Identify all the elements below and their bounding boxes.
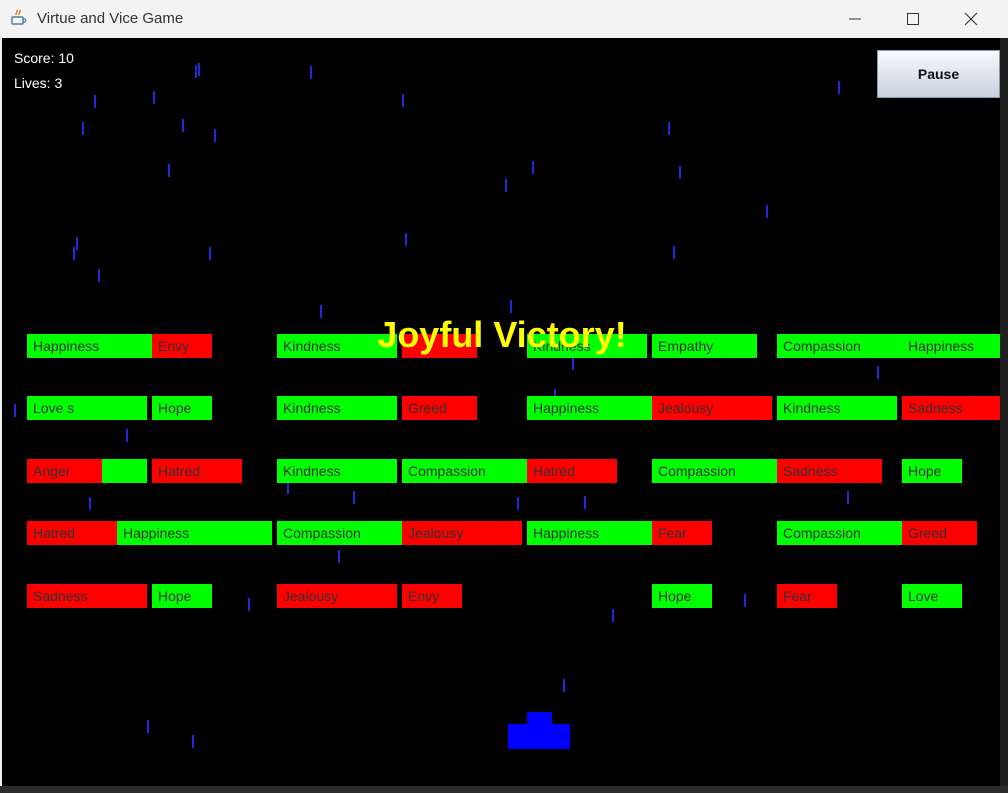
rain-drop — [94, 95, 96, 108]
vice-brick: Hatred — [527, 459, 617, 483]
rain-drop — [89, 497, 91, 510]
java-icon — [11, 9, 27, 25]
virtue-brick: Compassion — [777, 521, 902, 545]
minimize-button[interactable] — [826, 0, 884, 38]
rain-drop — [153, 91, 155, 104]
virtue-brick: Love s — [27, 396, 147, 420]
virtue-brick: Compassion — [277, 521, 402, 545]
background-window-edge — [1000, 38, 1008, 793]
rain-drop — [744, 594, 746, 607]
virtue-brick: Happiness — [527, 521, 652, 545]
rain-drop — [338, 550, 340, 563]
rain-drop — [126, 429, 128, 442]
vice-brick: Sadness — [777, 459, 882, 483]
player-cannon[interactable] — [508, 712, 570, 749]
close-icon — [964, 12, 978, 26]
game-window: Virtue and Vice Game Score: 10 Lives: 3 … — [0, 0, 1008, 793]
pause-button[interactable]: Pause — [877, 50, 1000, 98]
rain-drop — [505, 179, 507, 192]
vice-brick: Fear — [777, 584, 837, 608]
rain-drop — [532, 161, 534, 174]
maximize-icon — [907, 13, 919, 25]
maximize-button[interactable] — [884, 0, 942, 38]
lives-label: Lives: 3 — [14, 75, 63, 91]
vice-brick: Greed — [902, 521, 977, 545]
rain-drop — [192, 735, 194, 748]
vice-brick: Hatred — [152, 459, 242, 483]
rain-drop — [147, 720, 149, 733]
vice-brick: Envy — [402, 584, 462, 608]
vice-brick: Sadness — [902, 396, 1000, 420]
virtue-brick: Compassion — [652, 459, 777, 483]
virtue-brick — [102, 459, 147, 483]
rain-drop — [668, 122, 670, 135]
vice-brick: Jealousy — [402, 521, 522, 545]
virtue-brick: Hope — [902, 459, 962, 483]
taskbar-edge — [0, 786, 1008, 793]
game-canvas[interactable]: Score: 10 Lives: 3 Pause Happiness Envy Ki… — [2, 38, 1000, 786]
rain-drop — [847, 491, 849, 504]
vice-brick: Anger — [27, 459, 102, 483]
rain-drop — [353, 491, 355, 504]
minimize-icon — [849, 18, 861, 20]
score-label: Score: 10 — [14, 50, 74, 66]
virtue-brick: Love — [902, 584, 962, 608]
vice-brick: Jealousy — [652, 396, 772, 420]
virtue-brick: Happiness — [27, 334, 152, 358]
rain-drop — [195, 65, 197, 78]
rain-drop — [182, 119, 184, 132]
rain-drop — [320, 305, 322, 318]
virtue-brick: Kindness — [527, 334, 647, 358]
rain-drop — [14, 404, 16, 417]
virtue-brick: Happiness — [527, 396, 652, 420]
vice-brick: Fear — [652, 521, 712, 545]
rain-drop — [248, 598, 250, 611]
rain-drop — [310, 66, 312, 79]
vice-brick: Jealousy — [277, 584, 397, 608]
virtue-brick: Empathy — [652, 334, 757, 358]
vice-brick — [402, 334, 477, 358]
rain-drop — [98, 269, 100, 282]
vice-brick: Envy — [152, 334, 212, 358]
close-button[interactable] — [942, 0, 1000, 38]
rain-drop — [517, 497, 519, 510]
rain-drop — [572, 357, 574, 370]
virtue-brick: Kindness — [277, 396, 397, 420]
title-bar[interactable]: Virtue and Vice Game — [0, 0, 1008, 39]
rain-drop — [584, 496, 586, 509]
virtue-brick: Kindness — [777, 396, 897, 420]
virtue-brick: Hope — [152, 396, 212, 420]
rain-drop — [673, 246, 675, 259]
rain-drop — [405, 233, 407, 246]
rain-drop — [209, 247, 211, 260]
rain-drop — [214, 129, 216, 142]
rain-drop — [766, 205, 768, 218]
rain-drop — [679, 166, 681, 179]
virtue-brick: Happiness — [117, 521, 272, 545]
rain-drop — [402, 94, 404, 107]
player-base — [508, 724, 570, 749]
rain-drop — [76, 237, 78, 250]
virtue-brick: Kindness — [277, 334, 397, 358]
rain-drop — [838, 81, 840, 94]
rain-drop — [73, 247, 75, 260]
rain-drop — [612, 609, 614, 622]
virtue-brick: Hope — [152, 584, 212, 608]
virtue-brick: Compassion — [777, 334, 902, 358]
virtue-brick: Kindness — [277, 459, 397, 483]
vice-brick: Sadness — [27, 584, 147, 608]
rain-drop — [198, 63, 200, 76]
vice-brick: Hatred — [27, 521, 117, 545]
rain-drop — [510, 300, 512, 313]
virtue-brick: Compassion — [402, 459, 527, 483]
rain-drop — [82, 122, 84, 135]
vice-brick: Greed — [402, 396, 477, 420]
virtue-brick: Happiness — [902, 334, 1000, 358]
rain-drop — [563, 679, 565, 692]
rain-drop — [877, 366, 879, 379]
rain-drop — [168, 164, 170, 177]
virtue-brick: Hope — [652, 584, 712, 608]
window-title: Virtue and Vice Game — [37, 10, 184, 27]
